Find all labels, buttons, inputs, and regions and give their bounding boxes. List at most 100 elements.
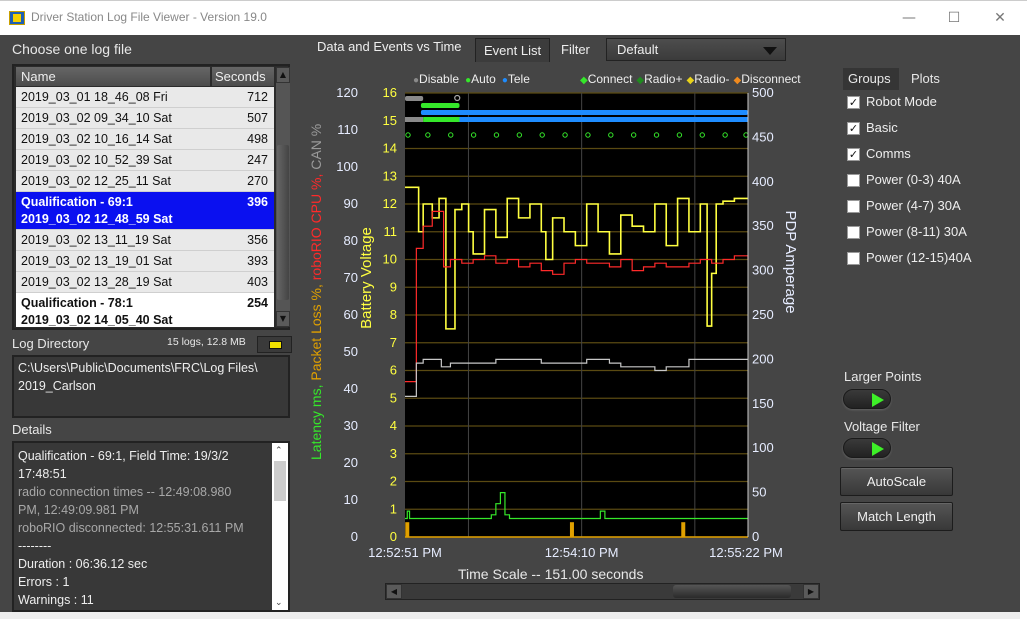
- file-row[interactable]: 2019_03_02 13_11_19 Sat 356: [16, 230, 274, 251]
- details-line: --------: [18, 539, 52, 553]
- tab-event-list[interactable]: Event List: [475, 38, 551, 62]
- voltage-filter-label: Voltage Filter: [844, 419, 920, 434]
- scroll-left-button[interactable]: ◀: [386, 584, 402, 599]
- time-scale-label: Time Scale -- 151.00 seconds: [458, 566, 644, 582]
- file-row[interactable]: 2019_03_02 13_28_19 Sat 403: [16, 272, 274, 293]
- legend-disconnect: ◆Disconnect: [734, 72, 801, 86]
- details-box[interactable]: Qualification - 69:1, Field Time: 19/3/2…: [12, 441, 290, 612]
- path-line-1: C:\Users\Public\Documents\FRC\Log Files\: [18, 361, 258, 375]
- group-label: Comms: [866, 146, 911, 161]
- file-name: 2019_03_02 10_52_39 Sat: [21, 153, 172, 167]
- file-seconds: 396: [247, 195, 268, 209]
- toggle-on-indicator: [872, 393, 884, 407]
- file-row[interactable]: Qualification - 78:1 2019_03_02 14_05_40 …: [16, 293, 274, 327]
- details-line: Errors : 1: [18, 575, 70, 589]
- scroll-down-button[interactable]: ▼: [276, 311, 290, 327]
- file-date: 2019_03_02 14_05_40 Sat: [21, 313, 173, 327]
- file-row[interactable]: Qualification - 69:1 2019_03_02 12_48_59 …: [16, 192, 274, 230]
- group-checkbox[interactable]: ✓: [847, 96, 860, 109]
- window-bottom-edge: [0, 612, 1020, 619]
- minimize-button[interactable]: —: [894, 7, 924, 29]
- tab-groups[interactable]: Groups: [848, 71, 891, 86]
- file-row[interactable]: 2019_03_02 10_52_39 Sat 247: [16, 150, 274, 171]
- filter-label: Filter: [561, 42, 590, 57]
- tab-data-events[interactable]: Data and Events vs Time: [313, 35, 466, 59]
- scroll-right-button[interactable]: ▶: [803, 584, 819, 599]
- details-line: Duration : 06:36.12 sec: [18, 557, 148, 571]
- file-row[interactable]: 2019_03_02 12_25_11 Sat 270: [16, 171, 274, 192]
- log-file-list[interactable]: Name Seconds 2019_03_01 18_46_08 Fri 712 2…: [12, 64, 290, 330]
- legend-auto: ●Auto: [465, 72, 496, 86]
- file-seconds: 393: [247, 254, 268, 268]
- file-name: 2019_03_02 10_16_14 Sat: [21, 132, 172, 146]
- match-length-button[interactable]: Match Length: [840, 502, 953, 531]
- group-label: Power (12-15)40A: [866, 250, 972, 265]
- log-directory-field[interactable]: C:\Users\Public\Documents\FRC\Log Files\…: [12, 355, 290, 418]
- file-seconds: 270: [247, 174, 268, 188]
- group-checkbox[interactable]: [847, 200, 860, 213]
- close-button[interactable]: ✕: [985, 7, 1015, 29]
- details-line: Warnings : 11: [18, 593, 94, 607]
- time-scroll-thumb[interactable]: [673, 585, 791, 598]
- file-name: Qualification - 69:1: [21, 195, 133, 209]
- mode-legend: ●Disable ●Auto ●Tele: [413, 72, 536, 86]
- folder-icon: [269, 341, 282, 349]
- filter-dropdown[interactable]: Default: [606, 38, 786, 61]
- details-label: Details: [12, 422, 52, 437]
- legend-label: Radio-: [694, 72, 730, 86]
- file-rows: 2019_03_01 18_46_08 Fri 712 2019_03_02 09_…: [16, 87, 274, 327]
- scroll-up-button[interactable]: ▲: [276, 67, 290, 83]
- maximize-button[interactable]: ☐: [939, 7, 969, 29]
- file-list-scrollbar[interactable]: ▲ ▼: [276, 67, 290, 327]
- group-checkbox[interactable]: [847, 252, 860, 265]
- legend-label: Tele: [507, 72, 530, 86]
- file-seconds: 356: [247, 233, 268, 247]
- file-seconds: 712: [247, 90, 268, 104]
- file-name: 2019_03_01 18_46_08 Fri: [21, 90, 168, 104]
- group-checkbox[interactable]: [847, 174, 860, 187]
- file-seconds: 498: [247, 132, 268, 146]
- file-name: 2019_03_02 13_11_19 Sat: [21, 233, 171, 247]
- details-line: roboRIO disconnected: 12:55:31.611 PM: [18, 521, 244, 535]
- file-name: 2019_03_02 13_28_19 Sat: [21, 275, 172, 289]
- file-seconds: 247: [247, 153, 268, 167]
- legend-label: Disable: [419, 72, 460, 86]
- log-summary: 15 logs, 12.8 MB: [167, 336, 246, 348]
- legend-connect: ◆Connect: [580, 72, 632, 86]
- group-label: Basic: [866, 120, 898, 135]
- file-row[interactable]: 2019_03_01 18_46_08 Fri 712: [16, 87, 274, 108]
- group-checkbox[interactable]: [847, 226, 860, 239]
- autoscale-button[interactable]: AutoScale: [840, 467, 953, 496]
- file-row[interactable]: 2019_03_02 10_16_14 Sat 498: [16, 129, 274, 150]
- tab-plots[interactable]: Plots: [911, 71, 940, 86]
- larger-points-label: Larger Points: [844, 369, 922, 384]
- legend-label: Connect: [587, 72, 633, 86]
- larger-points-toggle[interactable]: [843, 389, 891, 409]
- group-checkbox[interactable]: ✓: [847, 148, 860, 161]
- voltage-filter-toggle[interactable]: [843, 438, 891, 458]
- toggle-on-indicator: [872, 442, 884, 456]
- file-name: 2019_03_02 12_25_11 Sat: [21, 174, 171, 188]
- scroll-down-icon[interactable]: ⌄: [275, 597, 283, 608]
- scroll-thumb[interactable]: [277, 145, 289, 300]
- details-scrollbar[interactable]: ⌃ ⌄: [272, 443, 288, 610]
- file-row[interactable]: 2019_03_02 13_19_01 Sat 393: [16, 251, 274, 272]
- group-checkbox[interactable]: ✓: [847, 122, 860, 135]
- column-header-seconds[interactable]: Seconds: [212, 67, 274, 86]
- group-label: Robot Mode: [866, 94, 937, 109]
- legend-label: Disconnect: [741, 72, 801, 86]
- details-line: radio connection times -- 12:49:08.980: [18, 485, 232, 499]
- legend-disable: ●Disable: [413, 72, 459, 86]
- browse-folder-button[interactable]: [257, 336, 292, 353]
- time-scrollbar[interactable]: ◀ ▶: [385, 583, 820, 600]
- title-bar: Driver Station Log File Viewer - Version…: [0, 0, 1027, 35]
- group-label: Power (4-7) 30A: [866, 198, 961, 213]
- scroll-up-icon[interactable]: ⌃: [275, 445, 283, 456]
- column-header-name[interactable]: Name: [16, 67, 210, 86]
- details-scroll-thumb[interactable]: [274, 461, 286, 501]
- window-edge: [1020, 35, 1027, 619]
- file-seconds: 507: [247, 111, 268, 125]
- file-row[interactable]: 2019_03_02 09_34_10 Sat 507: [16, 108, 274, 129]
- file-name: 2019_03_02 13_19_01 Sat: [21, 254, 172, 268]
- details-line: Qualification - 69:1, Field Time: 19/3/2: [18, 449, 229, 463]
